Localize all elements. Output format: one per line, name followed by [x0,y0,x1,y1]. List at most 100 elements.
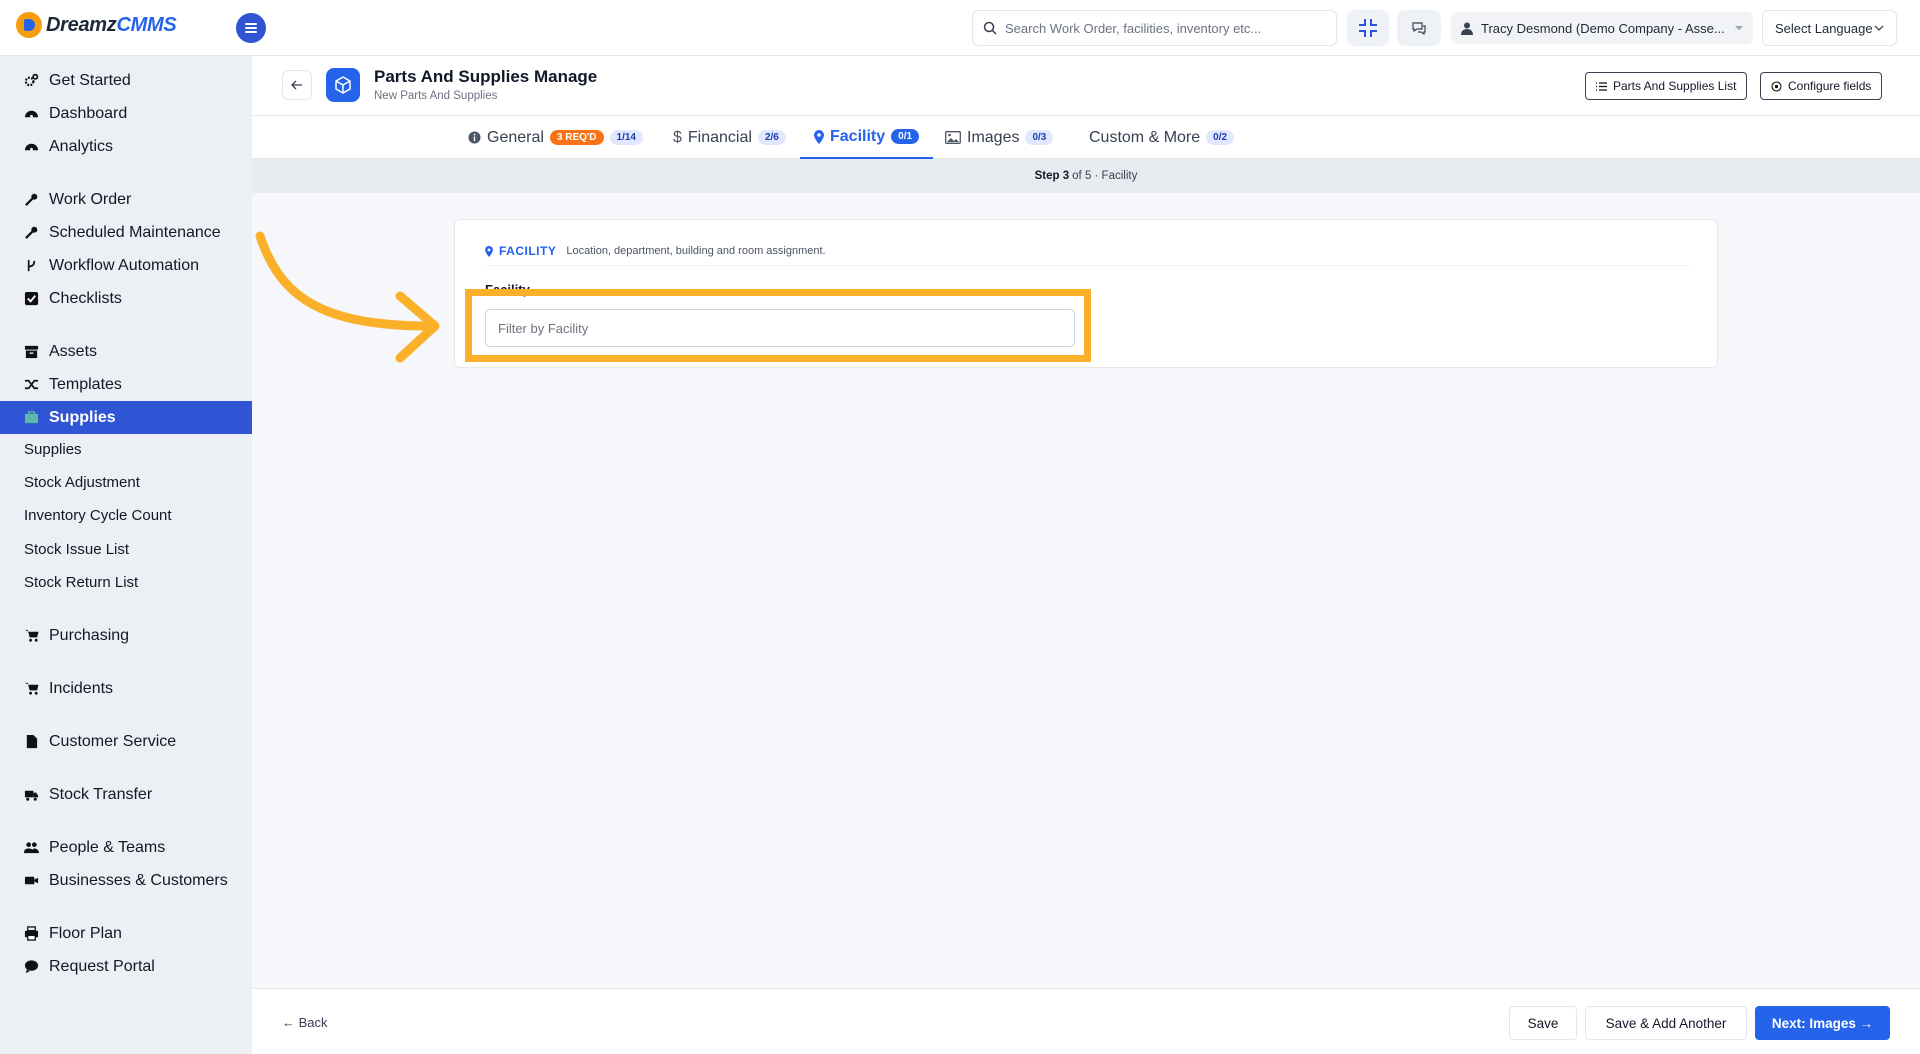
tab-general[interactable]: General 3 REQ'D 1/14 [468,116,643,159]
sidebar-subitem-supplies[interactable]: Supplies [24,437,82,461]
sidebar-item-businesses-customers[interactable]: Businesses & Customers [0,864,252,897]
sidebar-toggle-button[interactable] [236,13,266,43]
sidebar-item-label: Analytics [49,137,114,155]
settings-icon [1771,80,1782,92]
next-images-button[interactable]: Next: Images → [1755,1006,1890,1040]
sidebar-item-label: Incidents [49,679,114,697]
chat-button[interactable] [1397,10,1441,46]
sidebar-subitem-stock-issue-list[interactable]: Stock Issue List [24,537,129,561]
logo-icon [16,12,42,38]
shuffle-icon [24,379,39,390]
save-button[interactable]: Save [1509,1006,1577,1040]
pointer-arrow-icon [255,231,440,363]
sidebar-item-workflow-automation[interactable]: Workflow Automation [0,249,252,282]
step-current: Step 3 [1034,170,1070,182]
sidebar-item-stock-transfer[interactable]: Stock Transfer [0,778,252,811]
tab-financial[interactable]: $ Financial 2/6 [673,116,786,159]
search-input[interactable] [1005,20,1315,36]
sidebar-subitem-inventory-cycle-count[interactable]: Inventory Cycle Count [24,503,172,527]
page-title: Parts And Supplies Manage [374,67,598,86]
list-icon [1596,81,1607,91]
user-menu[interactable]: Tracy Desmond (Demo Company - Asse... [1451,12,1753,44]
sidebar-item-label: Assets [49,342,98,360]
sidebar-subitem-stock-return-list[interactable]: Stock Return List [24,570,138,594]
sidebar-item-analytics[interactable]: Analytics [0,130,252,163]
footer-back-link[interactable]: ← Back [282,1015,328,1030]
sidebar-item-assets[interactable]: Assets [0,335,252,368]
search-icon [983,21,997,35]
brand-logo[interactable]: DreamzCMMS [16,12,177,38]
cube-icon [326,68,360,102]
brand-name: Dreamz [46,13,117,36]
step-indicator: Step 3 of 5 · Facility [252,159,1920,193]
sidebar-item-scheduled-maintenance[interactable]: Scheduled Maintenance [0,216,252,249]
section-divider [485,265,1689,266]
sidebar-item-label: People & Teams [49,838,166,856]
sidebar-item-get-started[interactable]: Get Started [0,64,252,97]
tab-count-badge: 0/2 [1206,130,1235,145]
tab-custom-more[interactable]: Custom & More 0/2 [1089,116,1235,159]
users-icon [24,842,39,854]
sidebar-item-label: Floor Plan [49,924,122,942]
form-footer: ← Back Save Save & Add Another Next: Ima… [252,988,1920,1054]
sidebar-item-request-portal[interactable]: Request Portal [0,950,252,983]
section-label: FACILITY [499,244,557,258]
tab-count-badge: 1/14 [609,130,643,145]
sidebar-item-checklists[interactable]: Checklists [0,282,252,315]
back-arrow-button[interactable] [282,70,312,100]
required-badge: 3 REQ'D [549,130,604,145]
comment-icon [24,960,39,974]
cart-icon [24,682,39,695]
language-select[interactable]: Select Language [1762,10,1897,46]
cart-icon [24,629,39,642]
sidebar-item-label: Purchasing [49,626,130,644]
sidebar-subitem-stock-adjustment[interactable]: Stock Adjustment [24,470,140,494]
sidebar-item-dashboard[interactable]: Dashboard [0,97,252,130]
top-bar: DreamzCMMS Tracy Desmond (Demo Company -… [0,0,1920,56]
tab-facility[interactable]: Facility 0/1 [800,116,934,159]
facility-filter-input[interactable] [485,309,1075,347]
page-header: Parts And Supplies Manage New Parts And … [252,56,1920,116]
wrench-icon [25,193,38,206]
file-icon [26,734,38,749]
sidebar-item-label: Scheduled Maintenance [49,223,221,241]
tab-label: Images [967,128,1020,146]
section-header: FACILITY Location, department, building … [485,244,826,258]
sidebar-item-label: Get Started [49,71,131,89]
user-name: Tracy Desmond (Demo Company - Asse... [1481,20,1725,36]
expand-button[interactable] [1347,10,1389,46]
chevron-down-icon [1874,25,1884,31]
check-square-icon [24,291,39,306]
print-icon [24,926,39,941]
sidebar-item-people-teams[interactable]: People & Teams [0,831,252,864]
gauge-icon [24,143,39,151]
sidebar-item-incidents[interactable]: Incidents [0,672,252,705]
sidebar-item-customer-service[interactable]: Customer Service [0,725,252,758]
sidebar-item-templates[interactable]: Templates [0,368,252,401]
global-search[interactable] [972,10,1337,46]
sidebar-item-supplies[interactable]: Supplies [0,401,252,434]
tab-label: Custom & More [1089,128,1201,146]
caret-down-icon [1735,26,1743,30]
menu-icon [245,23,257,33]
tab-images[interactable]: Images 0/3 [945,116,1054,159]
sidebar-item-label: Templates [49,375,122,393]
sidebar-item-floor-plan[interactable]: Floor Plan [0,917,252,950]
sidebar-item-label: Stock Transfer [49,785,153,803]
dollar-icon: $ [673,128,682,146]
configure-fields-button[interactable]: Configure fields [1760,72,1883,100]
sidebar-item-work-order[interactable]: Work Order [0,183,252,216]
save-add-another-button[interactable]: Save & Add Another [1585,1006,1747,1040]
sidebar-item-purchasing[interactable]: Purchasing [0,619,252,652]
gauge-icon [24,110,39,118]
branch-icon [27,259,36,272]
configure-fields-label: Configure fields [1788,79,1872,93]
truck-icon [24,790,39,801]
parts-list-button[interactable]: Parts And Supplies List [1585,72,1748,100]
section-description: Location, department, building and room … [566,245,826,257]
page-subtitle: New Parts And Supplies [374,90,498,102]
step-rest: of 5 · Facility [1072,170,1138,182]
gears-icon [24,73,39,87]
image-icon [945,131,961,144]
sidebar-item-label: Workflow Automation [49,256,199,274]
